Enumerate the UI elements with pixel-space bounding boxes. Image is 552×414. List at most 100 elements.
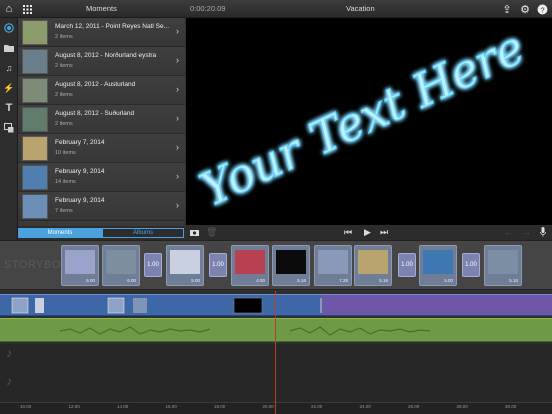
storyboard-clip[interactable]: 5.16 [272,245,310,286]
clip-thumbnail [235,250,265,274]
storyboard-clip[interactable]: 6.00 [102,245,140,286]
music-icon[interactable]: ♫ [3,62,15,74]
moment-thumbnail [22,136,48,161]
storyboard-clip[interactable]: 5.00 [166,245,204,286]
storyboard-clip[interactable]: 5.00 [419,245,457,286]
moment-thumbnail [22,194,48,219]
redo-icon[interactable]: → [522,227,531,237]
audio-track[interactable] [0,318,552,342]
music-lane[interactable]: ♪ ♪ [0,344,552,404]
top-bar: ⌂ Moments 0:00:20.09 Vacation ⇪ ⚙ ? [0,0,552,18]
help-icon[interactable]: ? [535,2,549,16]
clip-duration: 7.28 [339,278,348,283]
list-item[interactable]: August 8, 2012 - Suðurland 2 items › [18,105,185,134]
chevron-right-icon: › [176,55,179,65]
ruler-tick-label: 14.00 [117,404,129,409]
ruler-tick-label: 26.00 [408,404,420,409]
project-title: Vacation [346,4,375,13]
storyboard-clip[interactable]: 7.28 [314,245,352,286]
moment-count: 7 items [55,208,73,214]
folder-icon[interactable] [3,42,15,54]
microphone-icon[interactable] [540,227,546,239]
play-button[interactable]: ▶ [364,227,371,238]
media-source-toolbar: ♫ ⚡ T [0,18,18,240]
moment-thumbnail [22,78,48,103]
moment-count: 10 items [55,150,76,156]
svg-text:?: ? [540,5,544,14]
list-item[interactable]: March 12, 2011 - Point Reyes Natl Se... 2… [18,18,185,47]
clip-duration: 5.16 [509,278,518,283]
transition-duration: 1.00 [212,262,224,268]
moment-count: 2 items [55,92,73,98]
clip-duration: 5.16 [297,278,306,283]
ruler-tick-label: 10.00 [20,404,32,409]
clip-thumbnail [170,250,200,274]
transition-marker[interactable]: 1.00 [398,253,416,277]
moments-title: Moments [86,4,117,13]
share-icon[interactable]: ⇪ [500,2,514,16]
ruler-tick-label: 12.00 [68,404,80,409]
storyboard-clip[interactable]: 5.16 [484,245,522,286]
tab-albums[interactable]: Albums [102,228,184,238]
moment-title: August 8, 2012 - Norðurland eystra [55,52,157,59]
playhead[interactable] [275,291,276,414]
grid-icon[interactable] [20,2,34,16]
transition-marker[interactable]: 1.00 [462,253,480,277]
neon-text-overlay[interactable]: Your Text Here [186,18,552,225]
list-item[interactable]: February 7, 2014 10 items › [18,134,185,163]
storyboard-clip[interactable]: 4.00 [231,245,269,286]
moment-title: February 9, 2014 [55,168,105,175]
transition-duration: 1.00 [147,262,159,268]
ruler-tick-label: 28.00 [456,404,468,409]
ruler-tick-label: 18.00 [214,404,226,409]
picture-in-picture-icon[interactable] [3,122,15,134]
ruler-tick-label: 20.00 [262,404,274,409]
app-window: ⌂ Moments 0:00:20.09 Vacation ⇪ ⚙ ? ♫ ⚡ … [0,0,552,414]
clip-thumbnail [318,250,348,274]
clip-thumbnail [65,250,95,274]
moment-thumbnail [22,49,48,74]
list-item[interactable]: February 9, 2014 14 items › [18,163,185,192]
home-icon[interactable]: ⌂ [2,2,16,16]
transition-marker[interactable]: 1.00 [144,253,162,277]
chevron-right-icon: › [176,200,179,210]
chevron-right-icon: › [176,113,179,123]
time-ruler: 10.00 12.00 14.00 16.00 18.00 20.00 22.00 24.00… [0,402,552,414]
list-item[interactable]: August 8, 2012 - Austurland 2 items › [18,76,185,105]
overlay-track[interactable] [322,295,552,315]
chevron-right-icon: › [176,84,179,94]
moment-title: August 8, 2012 - Suðurland [55,110,135,117]
undo-icon[interactable]: ← [504,227,513,237]
overlay-title-text: Your Text Here [192,20,532,217]
clip-duration: 5.16 [379,278,388,283]
storyboard-clip[interactable]: 5.00 [61,245,99,286]
text-title-icon[interactable]: T [3,102,15,114]
camera-icon[interactable] [190,228,199,238]
video-source-icon[interactable] [3,22,15,34]
delete-icon[interactable]: 🗑 [206,227,217,238]
list-item[interactable]: February 9, 2014 7 items › [18,192,185,221]
list-item[interactable]: August 8, 2012 - Norðurland eystra 2 item… [18,47,185,76]
timecode: 0:00:20.09 [190,4,226,13]
moments-list: March 12, 2011 - Point Reyes Natl Se... 2… [18,18,185,226]
skip-forward-button[interactable]: ⏭ [380,227,388,238]
settings-icon[interactable]: ⚙ [518,2,532,16]
lightning-icon[interactable]: ⚡ [3,82,15,94]
transition-duration: 1.00 [401,262,413,268]
ruler-tick-label: 16.00 [165,404,177,409]
clip-duration: 6.00 [127,278,136,283]
tab-moments[interactable]: Moments [18,228,102,238]
moment-count: 2 items [55,63,73,69]
clip-thumbnail [358,250,388,274]
storyboard-clip[interactable]: 5.16 [354,245,392,286]
moments-albums-control: Moments Albums [18,226,185,240]
moment-title: February 7, 2014 [55,139,105,146]
storyboard: STORYBOARD 5.00 6.00 5.00 4.00 5.16 7.28 5.16 5… [0,240,552,290]
clip-thumbnail [106,250,136,274]
skip-back-button[interactable]: ⏮ [344,227,352,238]
chevron-right-icon: › [176,171,179,181]
transition-marker[interactable]: 1.00 [209,253,227,277]
moment-title: February 9, 2014 [55,197,105,204]
ruler-tick-label: 22.00 [311,404,323,409]
timeline: ♪ ♪ 10.00 12.00 14.00 16.00 18.00 20.00 22.00 2… [0,291,552,414]
